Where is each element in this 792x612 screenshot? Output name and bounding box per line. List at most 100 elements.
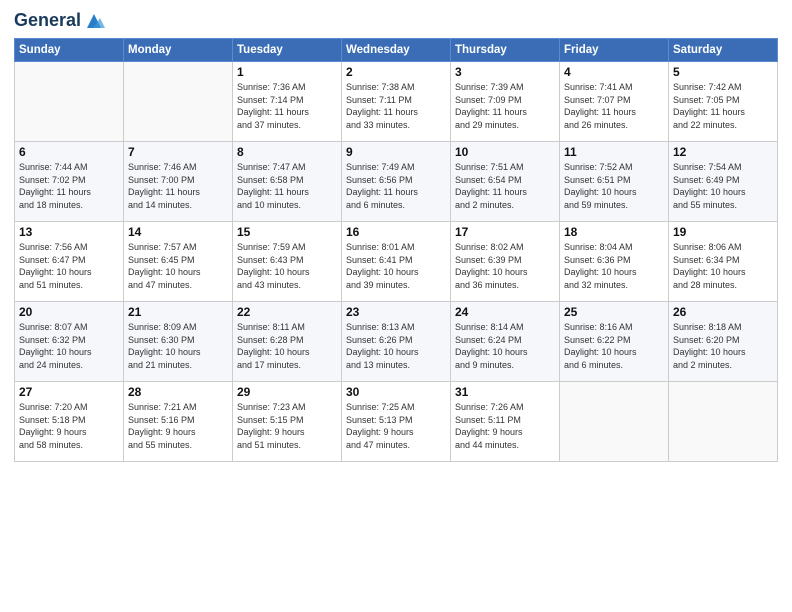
day-header-wednesday: Wednesday [342,39,451,62]
calendar-table: SundayMondayTuesdayWednesdayThursdayFrid… [14,38,778,462]
calendar-cell: 2 Sunrise: 7:38 AM Sunset: 7:11 PM Daylig… [342,62,451,142]
day-header-friday: Friday [560,39,669,62]
day-detail: Sunrise: 7:46 AM Sunset: 7:00 PM Dayligh… [128,161,228,211]
day-detail: Sunrise: 7:36 AM Sunset: 7:14 PM Dayligh… [237,81,337,131]
logo-text-general: General [14,11,81,31]
day-detail: Sunrise: 7:44 AM Sunset: 7:02 PM Dayligh… [19,161,119,211]
logo-icon [83,10,105,32]
day-detail: Sunrise: 7:52 AM Sunset: 6:51 PM Dayligh… [564,161,664,211]
day-number: 19 [673,225,773,239]
day-number: 31 [455,385,555,399]
day-detail: Sunrise: 7:49 AM Sunset: 6:56 PM Dayligh… [346,161,446,211]
day-header-tuesday: Tuesday [233,39,342,62]
day-number: 28 [128,385,228,399]
day-number: 16 [346,225,446,239]
day-number: 14 [128,225,228,239]
calendar-cell [124,62,233,142]
day-detail: Sunrise: 7:57 AM Sunset: 6:45 PM Dayligh… [128,241,228,291]
day-number: 29 [237,385,337,399]
day-number: 6 [19,145,119,159]
day-number: 3 [455,65,555,79]
calendar-cell: 27 Sunrise: 7:20 AM Sunset: 5:18 PM Dayli… [15,382,124,462]
calendar-cell: 12Sunrise: 7:54 AM Sunset: 6:49 PM Dayli… [669,142,778,222]
day-detail: Sunrise: 7:38 AM Sunset: 7:11 PM Dayligh… [346,81,446,131]
calendar-cell: 8Sunrise: 7:47 AM Sunset: 6:58 PM Daylig… [233,142,342,222]
day-number: 26 [673,305,773,319]
day-number: 5 [673,65,773,79]
day-number: 24 [455,305,555,319]
day-detail: Sunrise: 7:23 AM Sunset: 5:15 PM Dayligh… [237,401,337,451]
page: General SundayMondayTuesdayWednesdayThur… [0,0,792,612]
day-number: 23 [346,305,446,319]
calendar-cell: 17 Sunrise: 8:02 AM Sunset: 6:39 PM Dayli… [451,222,560,302]
day-detail: Sunrise: 7:39 AM Sunset: 7:09 PM Dayligh… [455,81,555,131]
day-number: 11 [564,145,664,159]
calendar-cell: 31Sunrise: 7:26 AM Sunset: 5:11 PM Dayli… [451,382,560,462]
day-detail: Sunrise: 7:42 AM Sunset: 7:05 PM Dayligh… [673,81,773,131]
day-detail: Sunrise: 8:13 AM Sunset: 6:26 PM Dayligh… [346,321,446,371]
day-number: 1 [237,65,337,79]
day-detail: Sunrise: 8:16 AM Sunset: 6:22 PM Dayligh… [564,321,664,371]
calendar-cell: 14 Sunrise: 7:57 AM Sunset: 6:45 PM Dayli… [124,222,233,302]
calendar-cell: 21 Sunrise: 8:09 AM Sunset: 6:30 PM Dayli… [124,302,233,382]
header: General [14,10,778,32]
day-number: 13 [19,225,119,239]
day-detail: Sunrise: 7:25 AM Sunset: 5:13 PM Dayligh… [346,401,446,451]
day-number: 20 [19,305,119,319]
day-number: 9 [346,145,446,159]
day-detail: Sunrise: 7:59 AM Sunset: 6:43 PM Dayligh… [237,241,337,291]
day-detail: Sunrise: 7:21 AM Sunset: 5:16 PM Dayligh… [128,401,228,451]
calendar-cell [15,62,124,142]
day-number: 25 [564,305,664,319]
calendar-cell: 30Sunrise: 7:25 AM Sunset: 5:13 PM Dayli… [342,382,451,462]
week-row-4: 27 Sunrise: 7:20 AM Sunset: 5:18 PM Dayli… [15,382,778,462]
day-detail: Sunrise: 8:04 AM Sunset: 6:36 PM Dayligh… [564,241,664,291]
day-number: 7 [128,145,228,159]
calendar-cell: 24 Sunrise: 8:14 AM Sunset: 6:24 PM Dayli… [451,302,560,382]
day-detail: Sunrise: 8:06 AM Sunset: 6:34 PM Dayligh… [673,241,773,291]
day-number: 2 [346,65,446,79]
calendar-cell: 15Sunrise: 7:59 AM Sunset: 6:43 PM Dayli… [233,222,342,302]
day-header-thursday: Thursday [451,39,560,62]
day-number: 4 [564,65,664,79]
calendar-cell: 4 Sunrise: 7:41 AM Sunset: 7:07 PM Daylig… [560,62,669,142]
calendar-cell: 6 Sunrise: 7:44 AM Sunset: 7:02 PM Daylig… [15,142,124,222]
day-detail: Sunrise: 8:01 AM Sunset: 6:41 PM Dayligh… [346,241,446,291]
calendar-cell: 22 Sunrise: 8:11 AM Sunset: 6:28 PM Dayli… [233,302,342,382]
calendar-cell: 23 Sunrise: 8:13 AM Sunset: 6:26 PM Dayli… [342,302,451,382]
day-detail: Sunrise: 7:41 AM Sunset: 7:07 PM Dayligh… [564,81,664,131]
day-detail: Sunrise: 8:11 AM Sunset: 6:28 PM Dayligh… [237,321,337,371]
calendar-cell: 20 Sunrise: 8:07 AM Sunset: 6:32 PM Dayli… [15,302,124,382]
day-header-saturday: Saturday [669,39,778,62]
day-number: 18 [564,225,664,239]
calendar-cell: 26 Sunrise: 8:18 AM Sunset: 6:20 PM Dayli… [669,302,778,382]
day-detail: Sunrise: 8:14 AM Sunset: 6:24 PM Dayligh… [455,321,555,371]
day-detail: Sunrise: 7:56 AM Sunset: 6:47 PM Dayligh… [19,241,119,291]
day-detail: Sunrise: 8:18 AM Sunset: 6:20 PM Dayligh… [673,321,773,371]
calendar-cell: 11 Sunrise: 7:52 AM Sunset: 6:51 PM Dayli… [560,142,669,222]
day-number: 17 [455,225,555,239]
week-row-0: 1 Sunrise: 7:36 AM Sunset: 7:14 PM Daylig… [15,62,778,142]
calendar-cell [560,382,669,462]
calendar-cell: 29 Sunrise: 7:23 AM Sunset: 5:15 PM Dayli… [233,382,342,462]
calendar-cell: 10Sunrise: 7:51 AM Sunset: 6:54 PM Dayli… [451,142,560,222]
calendar-cell: 18 Sunrise: 8:04 AM Sunset: 6:36 PM Dayli… [560,222,669,302]
day-detail: Sunrise: 8:09 AM Sunset: 6:30 PM Dayligh… [128,321,228,371]
header-row: SundayMondayTuesdayWednesdayThursdayFrid… [15,39,778,62]
calendar-cell: 28 Sunrise: 7:21 AM Sunset: 5:16 PM Dayli… [124,382,233,462]
calendar-cell: 25 Sunrise: 8:16 AM Sunset: 6:22 PM Dayli… [560,302,669,382]
day-detail: Sunrise: 8:07 AM Sunset: 6:32 PM Dayligh… [19,321,119,371]
week-row-2: 13 Sunrise: 7:56 AM Sunset: 6:47 PM Dayli… [15,222,778,302]
day-header-monday: Monday [124,39,233,62]
day-detail: Sunrise: 7:20 AM Sunset: 5:18 PM Dayligh… [19,401,119,451]
day-number: 27 [19,385,119,399]
calendar-cell: 9 Sunrise: 7:49 AM Sunset: 6:56 PM Daylig… [342,142,451,222]
day-number: 22 [237,305,337,319]
day-detail: Sunrise: 8:02 AM Sunset: 6:39 PM Dayligh… [455,241,555,291]
calendar-cell: 19 Sunrise: 8:06 AM Sunset: 6:34 PM Dayli… [669,222,778,302]
day-number: 21 [128,305,228,319]
day-number: 8 [237,145,337,159]
calendar-cell [669,382,778,462]
calendar-cell: 3 Sunrise: 7:39 AM Sunset: 7:09 PM Daylig… [451,62,560,142]
calendar-cell: 13 Sunrise: 7:56 AM Sunset: 6:47 PM Dayli… [15,222,124,302]
